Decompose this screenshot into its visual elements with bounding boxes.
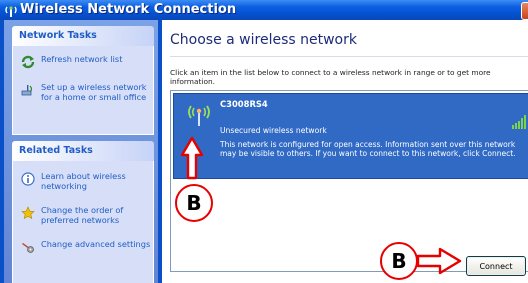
annotation-arrows	[180, 136, 462, 275]
annotation-marker-b: B	[380, 242, 418, 280]
annotation-marker-b: B	[175, 184, 213, 222]
wireless-network-window: Wireless Network Connection Network Task…	[0, 0, 528, 283]
